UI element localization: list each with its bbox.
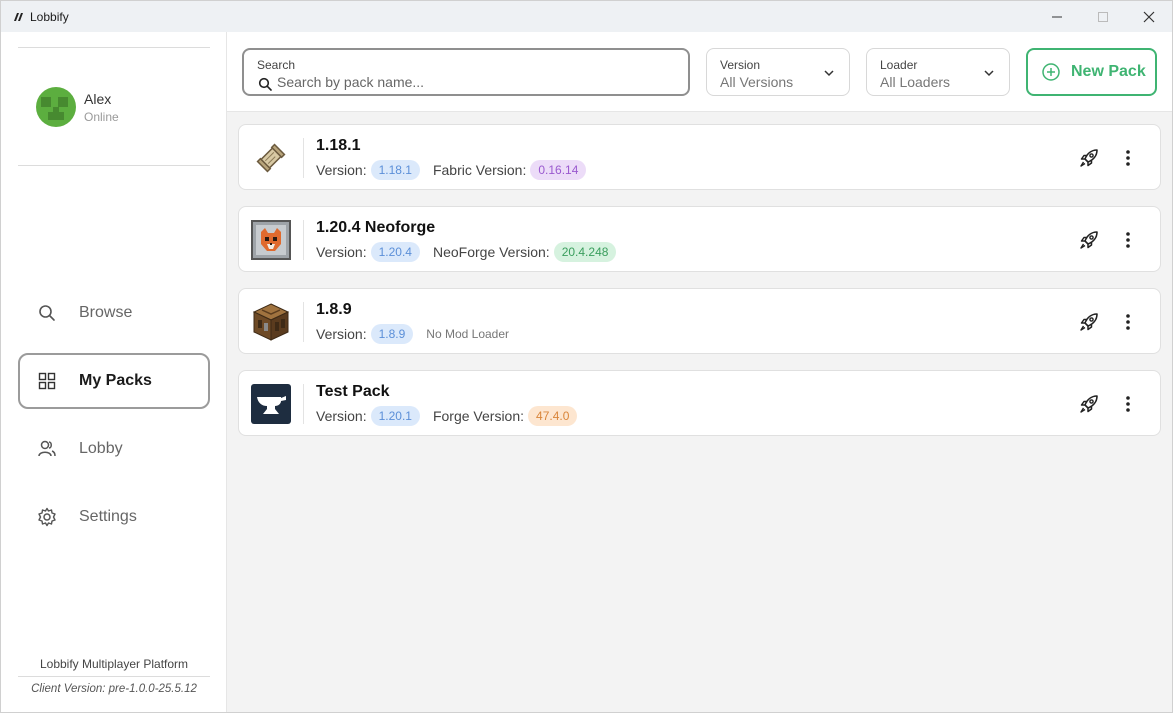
pack-list: 1.18.1 Version: 1.18.1 Fabric Version: 0… [238, 124, 1161, 452]
version-badge: 1.20.4 [370, 242, 420, 262]
sidebar-item-settings[interactable]: Settings [18, 489, 210, 545]
pack-card[interactable]: 1.8.9 Version: 1.8.9 No Mod Loader [238, 288, 1161, 354]
pack-name: Test Pack [316, 383, 390, 400]
toolbar: Search Version All Versions Loader All L… [227, 32, 1172, 112]
no-loader-label: No Mod Loader [426, 327, 510, 341]
version-badge: 1.8.9 [370, 324, 414, 344]
sidebar-divider [18, 676, 210, 677]
platform-name: Lobbify Multiplayer Platform [39, 657, 189, 671]
sidebar-item-label: Settings [79, 508, 137, 525]
title-bar: Lobbify [1, 1, 1172, 32]
more-options-icon[interactable] [1120, 311, 1136, 333]
version-badge: 1.18.1 [370, 160, 420, 180]
user-profile[interactable]: Alex Online [36, 87, 119, 127]
avatar [36, 87, 76, 127]
more-options-icon[interactable] [1120, 393, 1136, 415]
grid-icon [37, 371, 57, 391]
loader-select[interactable]: Loader All Loaders [866, 48, 1010, 96]
app-logo-icon [10, 9, 26, 25]
new-pack-label: New Pack [1071, 63, 1146, 80]
rocket-icon[interactable] [1078, 393, 1100, 415]
chevron-down-icon [824, 70, 834, 77]
loader-select-value: All Loaders [880, 74, 951, 90]
sidebar-item-label: My Packs [79, 372, 152, 389]
plus-circle-icon [1042, 63, 1060, 81]
window-controls [1034, 1, 1172, 32]
minimize-button[interactable] [1034, 1, 1080, 32]
sidebar-item-browse[interactable]: Browse [18, 285, 210, 341]
minimize-icon [1052, 16, 1062, 17]
app-title: Lobbify [30, 9, 69, 24]
more-options-icon[interactable] [1120, 147, 1136, 169]
scroll-icon [251, 138, 291, 178]
version-select-value: All Versions [720, 74, 794, 90]
profile-status: Online [84, 109, 119, 124]
pack-name: 1.20.4 Neoforge [316, 219, 436, 236]
sidebar-nav: Browse My Packs Lobby Settings [18, 285, 210, 557]
rocket-icon[interactable] [1078, 229, 1100, 251]
search-label: Search [257, 58, 296, 72]
maximize-button[interactable] [1080, 1, 1126, 32]
close-button[interactable] [1126, 1, 1172, 32]
app-window: Lobbify Alex Online Browse My Packs Lobb… [0, 0, 1173, 713]
client-version: Client Version: pre-1.0.0-25.5.12 [31, 683, 197, 695]
pack-card[interactable]: 1.18.1 Version: 1.18.1 Fabric Version: 0… [238, 124, 1161, 190]
chevron-down-icon [984, 70, 994, 77]
pack-name: 1.8.9 [316, 301, 352, 318]
loader-label: Fabric Version: [432, 162, 527, 178]
fox-icon [251, 220, 291, 260]
loader-select-label: Loader [880, 58, 918, 72]
version-label: Version: [316, 244, 367, 260]
search-icon [258, 77, 272, 91]
loader-version-badge: 20.4.248 [553, 242, 617, 262]
pack-card[interactable]: Test Pack Version: 1.20.1 Forge Version:… [238, 370, 1161, 436]
pack-name: 1.18.1 [316, 137, 361, 154]
more-options-icon[interactable] [1120, 229, 1136, 251]
crafting-table-icon [251, 302, 291, 342]
sidebar-divider [18, 165, 210, 166]
rocket-icon[interactable] [1078, 147, 1100, 169]
sidebar-item-label: Browse [79, 304, 133, 321]
maximize-icon [1098, 11, 1108, 22]
loader-label: NeoForge Version: [432, 244, 550, 260]
close-icon [1143, 11, 1155, 22]
search-icon [37, 303, 57, 323]
pack-card[interactable]: 1.20.4 Neoforge Version: 1.20.4 NeoForge… [238, 206, 1161, 272]
search-input[interactable] [277, 73, 677, 91]
anvil-icon [251, 384, 291, 424]
profile-name: Alex [84, 90, 112, 107]
loader-version-badge: 47.4.0 [528, 406, 578, 426]
version-label: Version: [316, 162, 367, 178]
rocket-icon[interactable] [1078, 311, 1100, 333]
sidebar: Alex Online Browse My Packs Lobby Settin… [1, 32, 227, 712]
users-icon [37, 439, 57, 459]
new-pack-button[interactable]: New Pack [1026, 48, 1157, 96]
version-select-label: Version [720, 58, 761, 72]
loader-version-badge: 0.16.14 [530, 160, 587, 180]
search-field[interactable]: Search [242, 48, 690, 96]
loader-label: Forge Version: [432, 408, 525, 424]
gear-icon [37, 507, 57, 527]
sidebar-divider [18, 47, 210, 48]
version-select[interactable]: Version All Versions [706, 48, 850, 96]
sidebar-item-label: Lobby [79, 440, 123, 457]
version-label: Version: [316, 408, 367, 424]
version-badge: 1.20.1 [370, 406, 420, 426]
version-label: Version: [316, 326, 367, 342]
sidebar-item-lobby[interactable]: Lobby [18, 421, 210, 477]
sidebar-item-my-packs[interactable]: My Packs [18, 353, 210, 409]
